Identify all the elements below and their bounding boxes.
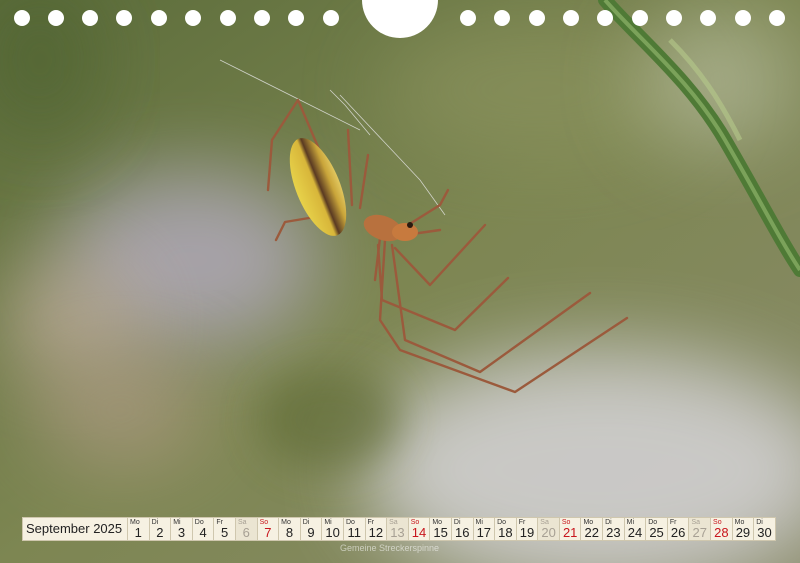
day-number: 14 (411, 525, 427, 540)
calendar-day: So 28 (711, 517, 733, 541)
day-number: 8 (285, 525, 294, 540)
binding-hole (48, 10, 64, 26)
calendar-day: Fr 19 (516, 517, 539, 541)
binding-hole (151, 10, 167, 26)
spider-photo (0, 0, 800, 563)
binding-hole (769, 10, 785, 26)
day-number: 3 (177, 525, 186, 540)
calendar-day: Sa 6 (235, 517, 258, 541)
calendar-day: Di 16 (451, 517, 474, 541)
calendar-day: Mi 3 (171, 517, 193, 541)
day-number: 12 (368, 525, 384, 540)
binding-hole (254, 10, 270, 26)
calendar-day: So 7 (257, 517, 280, 541)
day-number: 16 (454, 525, 470, 540)
binding-hole (460, 10, 476, 26)
day-number: 25 (649, 525, 664, 540)
calendar-day: Mo 22 (581, 517, 604, 541)
binding-hole (563, 10, 579, 26)
calendar-day: Di 2 (149, 517, 172, 541)
binding-hole (597, 10, 613, 26)
binding-hole (529, 10, 545, 26)
calendar-day: Sa 20 (538, 517, 560, 541)
calendar-day: Sa 13 (387, 517, 409, 541)
month-label: September 2025 (22, 517, 128, 541)
calendar-day: Mi 10 (322, 517, 344, 541)
calendar-days: Mo 1 Di 2 Mi 3 Do 4 Fr 5 Sa 6 So 7 Mo 8 Di 9 Mi 10 Do 11 Fr 12 S… (128, 517, 776, 541)
hanger-cutout (362, 0, 438, 38)
calendar-day: Fr 26 (667, 517, 690, 541)
day-number: 15 (433, 525, 448, 540)
day-number: 26 (670, 525, 686, 540)
calendar-strip: September 2025 Mo 1 Di 2 Mi 3 Do 4 Fr 5 Sa 6 So 7 Mo 8 D… (22, 517, 776, 541)
binding-hole (288, 10, 304, 26)
day-number: 27 (692, 525, 707, 540)
calendar-day: Do 4 (192, 517, 215, 541)
binding-hole (700, 10, 716, 26)
day-number: 19 (519, 525, 535, 540)
calendar-day: Mi 24 (624, 517, 647, 541)
photo-caption: Gemeine Streckerspinne (340, 543, 440, 553)
calendar-day: Di 9 (300, 517, 323, 541)
calendar-day: Do 18 (495, 517, 517, 541)
day-number: 2 (156, 525, 164, 540)
calendar-day: So 14 (408, 517, 431, 541)
calendar-day: Fr 5 (214, 517, 236, 541)
binding-hole (666, 10, 682, 26)
day-number: 11 (347, 525, 361, 540)
day-number: 23 (606, 525, 621, 540)
calendar-day: Do 25 (646, 517, 668, 541)
day-number: 20 (541, 525, 556, 540)
day-number: 4 (199, 525, 207, 540)
calendar-day: Mo 8 (279, 517, 301, 541)
day-number: 18 (498, 525, 513, 540)
day-number: 6 (242, 525, 250, 540)
calendar-day: Di 30 (754, 517, 776, 541)
day-number: 30 (757, 525, 772, 540)
binding-hole (220, 10, 236, 26)
day-number: 17 (476, 525, 492, 540)
calendar-day: Do 11 (343, 517, 366, 541)
binding-hole (116, 10, 132, 26)
day-number: 5 (221, 525, 229, 540)
calendar-day: Mo 29 (732, 517, 755, 541)
binding-hole (82, 10, 98, 26)
calendar-day: Mo 1 (128, 517, 150, 541)
day-number: 29 (735, 525, 751, 540)
calendar-day: Di 23 (603, 517, 625, 541)
calendar-day: Mo 15 (430, 517, 452, 541)
binding-hole (185, 10, 201, 26)
calendar-binding-holes (0, 0, 800, 40)
day-number: 13 (390, 525, 405, 540)
calendar-day: So 21 (559, 517, 582, 541)
day-number: 24 (627, 525, 643, 540)
binding-hole (494, 10, 510, 26)
day-number: 21 (562, 525, 578, 540)
calendar-day: Sa 27 (689, 517, 712, 541)
binding-hole (14, 10, 30, 26)
calendar-day: Fr 12 (365, 517, 388, 541)
day-number: 28 (714, 525, 729, 540)
day-number: 22 (584, 525, 599, 540)
day-number: 1 (134, 525, 142, 540)
binding-hole (632, 10, 648, 26)
binding-hole (735, 10, 751, 26)
binding-hole (323, 10, 339, 26)
day-number: 9 (307, 525, 315, 540)
calendar-day: Mi 17 (473, 517, 496, 541)
day-number: 10 (325, 525, 340, 540)
day-number: 7 (264, 525, 272, 540)
